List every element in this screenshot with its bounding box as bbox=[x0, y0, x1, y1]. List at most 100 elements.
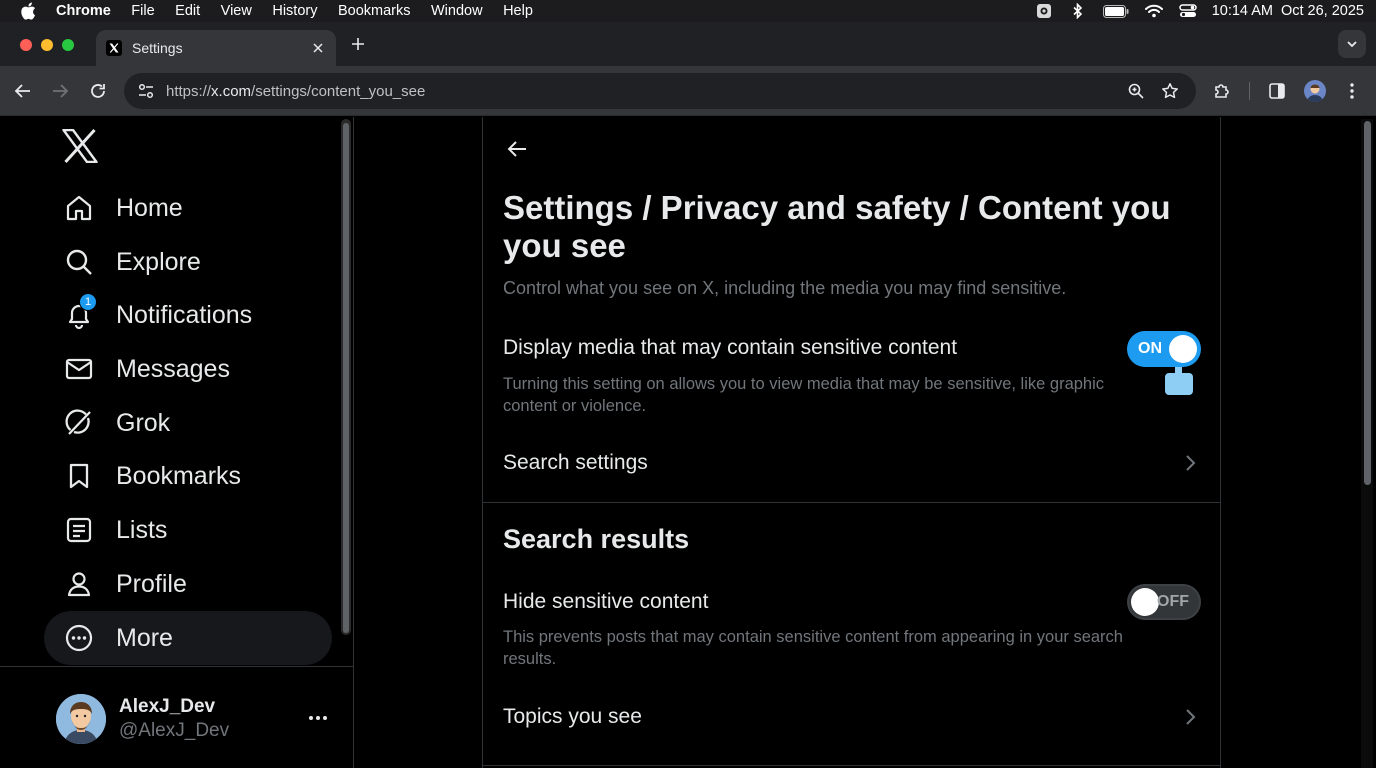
extensions-icon[interactable] bbox=[1210, 79, 1234, 103]
nav-item-more[interactable]: More bbox=[44, 611, 332, 665]
account-handle: @AlexJ_Dev bbox=[119, 720, 230, 741]
close-window-button[interactable] bbox=[20, 39, 32, 51]
hide-sensitive-toggle[interactable]: OFF bbox=[1127, 584, 1201, 620]
sidebar-scrollbar[interactable] bbox=[341, 119, 351, 635]
sensitive-media-title: Display media that may contain sensitive… bbox=[503, 336, 958, 359]
side-panel-icon[interactable] bbox=[1265, 79, 1289, 103]
apple-logo-icon[interactable] bbox=[20, 2, 38, 20]
page-scrollbar-thumb[interactable] bbox=[1364, 121, 1371, 485]
tab-title: Settings bbox=[132, 40, 183, 56]
menu-view[interactable]: View bbox=[221, 3, 252, 19]
menu-file[interactable]: File bbox=[131, 3, 154, 19]
envelope-icon bbox=[64, 354, 94, 384]
url-text[interactable]: https://x.com/settings/content_you_see bbox=[166, 83, 425, 100]
menu-app-name[interactable]: Chrome bbox=[56, 3, 111, 19]
page-description: Control what you see on X, including the… bbox=[503, 278, 1067, 298]
nav-item-profile[interactable]: Profile bbox=[44, 557, 332, 611]
hide-sensitive-subtitle: This prevents posts that may contain sen… bbox=[503, 628, 1123, 668]
list-icon bbox=[64, 515, 94, 545]
nav-item-notifications[interactable]: 1 Notifications bbox=[44, 288, 332, 342]
page-title: Settings / Privacy and safety / Content … bbox=[503, 189, 1171, 264]
search-icon bbox=[64, 247, 94, 277]
nav-label-more: More bbox=[116, 623, 173, 652]
x-logo-icon[interactable] bbox=[62, 129, 100, 165]
new-tab-icon[interactable] bbox=[348, 34, 368, 54]
home-icon bbox=[64, 193, 94, 223]
nav-label-profile: Profile bbox=[116, 569, 187, 598]
chevron-right-icon[interactable] bbox=[1180, 453, 1200, 473]
url-path: /settings/content_you_see bbox=[251, 82, 426, 100]
page-scrollbar[interactable] bbox=[1361, 119, 1373, 768]
nav-label-notifications: Notifications bbox=[116, 300, 253, 329]
account-display-name: AlexJ_Dev bbox=[119, 696, 216, 717]
profile-avatar-icon[interactable] bbox=[1303, 79, 1327, 103]
wifi-icon[interactable] bbox=[1144, 3, 1164, 19]
nav-item-lists[interactable]: Lists bbox=[44, 503, 332, 557]
zoom-icon[interactable] bbox=[1124, 79, 1148, 103]
tab-search-chevron-icon[interactable] bbox=[1338, 30, 1366, 58]
toggle-knob bbox=[1131, 588, 1159, 616]
clock-date[interactable]: Oct 26, 2025 bbox=[1281, 3, 1364, 19]
minimize-window-button[interactable] bbox=[41, 39, 53, 51]
forward-nav-icon[interactable] bbox=[48, 79, 72, 103]
zoom-window-button[interactable] bbox=[62, 39, 74, 51]
topics-you-see-link[interactable]: Topics you see bbox=[503, 705, 642, 729]
site-info-icon[interactable] bbox=[128, 77, 164, 105]
search-settings-link[interactable]: Search settings bbox=[503, 451, 648, 475]
account-more-icon[interactable] bbox=[306, 706, 330, 730]
back-nav-icon[interactable] bbox=[11, 79, 35, 103]
search-results-heading: Search results bbox=[503, 524, 690, 554]
nav-item-grok[interactable]: Grok bbox=[44, 396, 332, 450]
section-divider bbox=[483, 502, 1220, 503]
grok-icon bbox=[64, 408, 94, 438]
avatar bbox=[56, 694, 106, 744]
menu-window[interactable]: Window bbox=[431, 3, 483, 19]
bookmark-icon bbox=[64, 461, 94, 491]
reload-icon[interactable] bbox=[86, 79, 110, 103]
status-area: 10:14 AM Oct 26, 2025 bbox=[1034, 0, 1364, 22]
hide-sensitive-title: Hide sensitive content bbox=[503, 590, 709, 613]
url-scheme: https:// bbox=[166, 82, 212, 100]
nav-item-home[interactable]: Home bbox=[44, 181, 332, 235]
address-bar[interactable]: https://x.com/settings/content_you_see bbox=[124, 73, 1196, 109]
back-arrow-icon[interactable] bbox=[505, 137, 529, 161]
clock-time[interactable]: 10:14 AM bbox=[1212, 3, 1273, 19]
nav-item-messages[interactable]: Messages bbox=[44, 342, 332, 396]
menu-edit[interactable]: Edit bbox=[175, 3, 200, 19]
toggle-knob bbox=[1169, 335, 1197, 363]
left-sidebar: Home Explore 1 Notifications Messages Gr… bbox=[0, 117, 354, 768]
nav-label-messages: Messages bbox=[116, 354, 230, 383]
sensitive-media-toggle-label: ON bbox=[1138, 340, 1162, 357]
url-host: x.com bbox=[211, 82, 252, 100]
bookmark-star-icon[interactable] bbox=[1158, 79, 1182, 103]
nav-item-bookmarks[interactable]: Bookmarks bbox=[44, 449, 332, 503]
bluetooth-icon[interactable] bbox=[1068, 3, 1088, 19]
menu-bookmarks[interactable]: Bookmarks bbox=[338, 3, 411, 19]
sensitive-media-subtitle: Turning this setting on allows you to vi… bbox=[503, 375, 1105, 415]
nav-label-bookmarks: Bookmarks bbox=[116, 461, 242, 490]
x-page: Home Explore 1 Notifications Messages Gr… bbox=[0, 117, 1376, 768]
bell-icon: 1 bbox=[64, 293, 97, 330]
more-circle-icon bbox=[64, 623, 94, 653]
nav-item-explore[interactable]: Explore bbox=[44, 235, 332, 289]
pointer-cursor-icon bbox=[1163, 367, 1195, 395]
nav-label-explore: Explore bbox=[116, 247, 201, 276]
nav-label-lists: Lists bbox=[116, 515, 168, 544]
account-divider bbox=[0, 666, 354, 667]
section-divider bbox=[483, 765, 1220, 766]
control-center-icon[interactable] bbox=[1178, 3, 1198, 19]
settings-column: Settings / Privacy and safety / Content … bbox=[482, 117, 1221, 768]
chevron-right-icon[interactable] bbox=[1180, 707, 1200, 727]
menu-history[interactable]: History bbox=[272, 3, 317, 19]
battery-icon[interactable] bbox=[1102, 3, 1130, 19]
chrome-menu-icon[interactable] bbox=[1340, 79, 1364, 103]
tab-settings[interactable]: Settings bbox=[96, 30, 336, 66]
account-switcher[interactable]: AlexJ_Dev @AlexJ_Dev bbox=[56, 694, 346, 744]
sensitive-media-toggle[interactable]: ON bbox=[1127, 331, 1201, 367]
menu-help[interactable]: Help bbox=[503, 3, 533, 19]
nav-label-grok: Grok bbox=[116, 408, 171, 437]
tab-close-icon[interactable] bbox=[308, 38, 328, 58]
account-names: AlexJ_Dev @AlexJ_Dev bbox=[119, 696, 229, 742]
screen-record-icon[interactable] bbox=[1034, 3, 1054, 19]
sidebar-scrollbar-thumb[interactable] bbox=[343, 123, 349, 633]
